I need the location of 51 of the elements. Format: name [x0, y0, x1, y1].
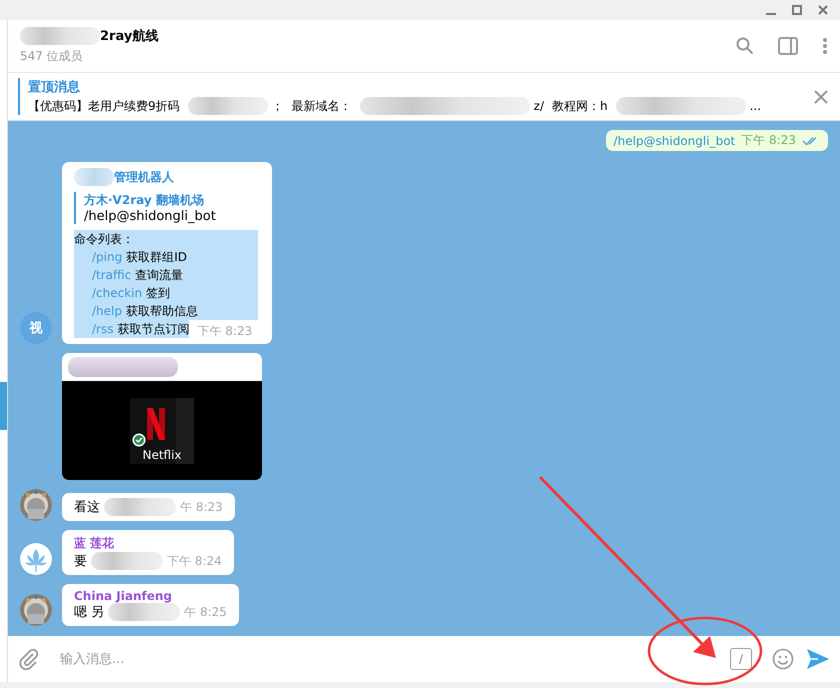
command-link[interactable]: /traffic	[92, 268, 132, 282]
reply-title: 方木·V2ray 翻墙机场	[84, 192, 205, 209]
pinned-text: 教程网：h	[552, 98, 608, 114]
command-link[interactable]: /checkin	[92, 286, 142, 300]
pinned-text: 最新域名：	[292, 98, 352, 114]
close-icon[interactable]	[818, 5, 828, 15]
pinned-text: ...	[750, 99, 762, 113]
search-icon[interactable]	[736, 37, 754, 55]
emoji-icon[interactable]	[772, 648, 794, 670]
command-link[interactable]: /help	[92, 304, 122, 318]
message-time: 下午 8:23	[197, 324, 252, 338]
reply-quote[interactable]: 方木·V2ray 翻墙机场 /help@shidongli_bot	[74, 192, 260, 224]
scroll-marker	[0, 382, 7, 430]
pinned-text: z/	[534, 99, 544, 113]
send-icon[interactable]	[806, 648, 830, 670]
message-text: /help@shidongli_bot	[614, 134, 736, 148]
command-description: 获取帮助信息	[126, 304, 198, 318]
message-time: 下午 8:23	[741, 132, 796, 149]
icon-label: Netflix	[142, 448, 182, 462]
sender-name: 管理机器人	[114, 168, 174, 186]
command-description: 获取群组ID	[126, 250, 187, 264]
command-description: 签到	[146, 286, 170, 300]
chat-title: 2ray航线	[100, 28, 158, 45]
sender-name: China Jianfeng	[74, 589, 173, 603]
message-time: 午 8:23	[180, 499, 223, 516]
command-description: 查询流量	[135, 268, 184, 282]
command-button[interactable]: /	[730, 648, 752, 670]
message-text: 看这	[74, 499, 100, 516]
pinned-title: 置顶消息	[28, 79, 81, 96]
message-text: 嗯 另	[74, 604, 104, 621]
sender-name: 蓝 莲花	[74, 535, 116, 552]
reply-text: /help@shidongli_bot	[84, 209, 217, 224]
message-text: 命令列表：	[74, 232, 134, 246]
maximize-icon[interactable]	[792, 5, 802, 15]
avatar[interactable]: 视	[20, 312, 52, 344]
close-icon[interactable]	[814, 90, 828, 104]
command-link[interactable]: /rss	[92, 322, 114, 336]
lotus-avatar[interactable]	[20, 543, 52, 575]
message-text: 要	[74, 553, 87, 570]
app-icon	[130, 398, 194, 464]
attach-icon[interactable]	[18, 648, 40, 670]
pinned-text: 【优惠码】老用户续费9折码	[28, 98, 180, 114]
more-icon[interactable]	[822, 37, 828, 55]
message-time: 下午 8:24	[167, 553, 222, 570]
message-field[interactable]: 输入消息... /	[8, 636, 840, 682]
command-description: 获取节点订阅	[117, 322, 190, 336]
member-count: 547 位成员	[20, 48, 84, 65]
pinned-text: ；	[272, 98, 284, 114]
sidebar-icon[interactable]	[778, 37, 798, 55]
command-link[interactable]: /ping	[92, 250, 122, 264]
message-time: 午 8:25	[184, 604, 227, 621]
